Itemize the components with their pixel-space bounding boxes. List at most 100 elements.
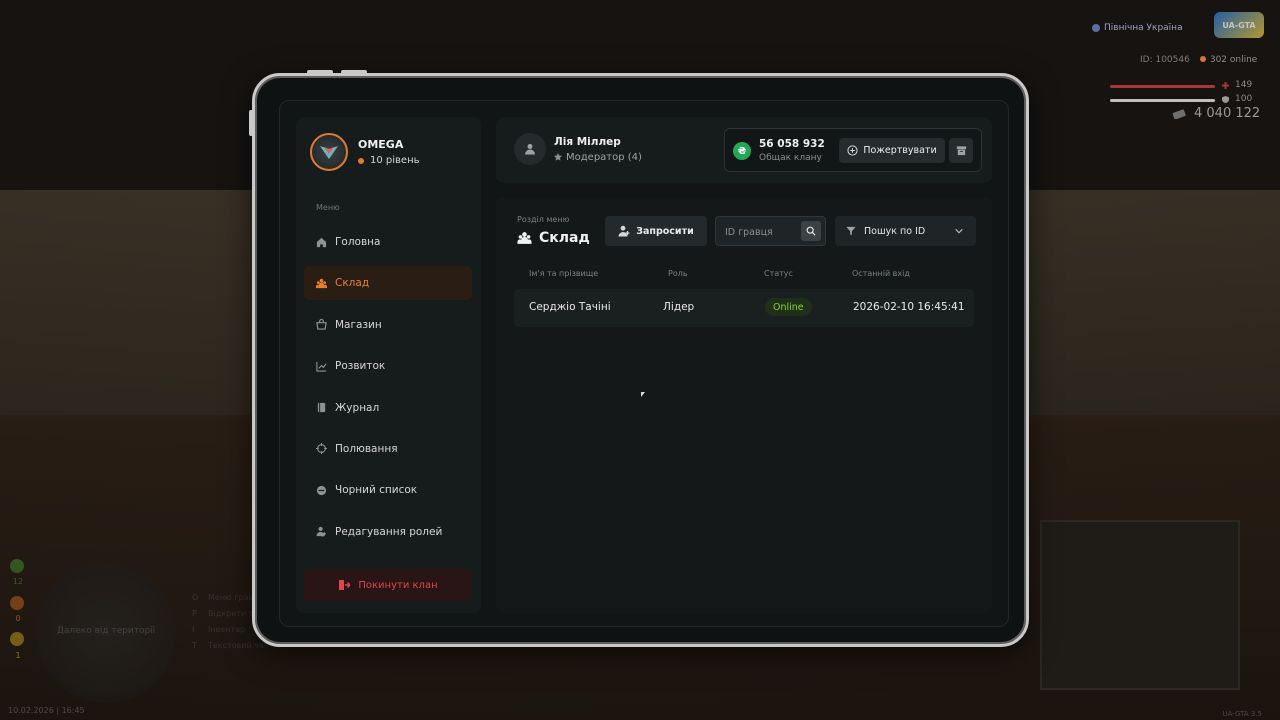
armor-bar: [1110, 99, 1215, 102]
filter-label: Пошук по ID: [864, 225, 926, 237]
hotkey-label: Інвентар: [208, 625, 246, 634]
hotkey-key: P: [192, 609, 197, 618]
sidebar-item-development[interactable]: Розвиток: [304, 349, 472, 383]
money-icon: [1172, 108, 1186, 119]
chart-icon: [316, 361, 327, 372]
table-row[interactable]: Серджіо Тачіні Лідер Online 2026-02-10 1…: [514, 289, 974, 327]
members-icon: [316, 278, 327, 288]
sidebar-item-home[interactable]: Головна: [304, 225, 472, 259]
game-background-object: [1040, 520, 1240, 690]
box-icon: [956, 146, 966, 156]
hud-server-name: Північна Україна: [1104, 23, 1183, 33]
clan-emblem-icon: [320, 146, 338, 159]
user-icon: [525, 144, 535, 155]
clan-level-text: 10 рівень: [370, 155, 420, 166]
sidebar-item-label: Чорний список: [335, 484, 418, 497]
storage-box-button[interactable]: [949, 138, 973, 163]
sidebar-item-edit-roles[interactable]: Редагування ролей: [304, 515, 472, 549]
filter-icon: [846, 226, 856, 236]
search-button[interactable]: [801, 221, 821, 241]
sidebar-item-hunting[interactable]: Полювання: [304, 432, 472, 466]
clan-balance-label: Общак клану: [759, 153, 822, 163]
hryvnia-icon: ₴: [733, 142, 751, 160]
hud-player-info: ID: 100546 302 online: [1140, 55, 1257, 65]
sidebar-item-label: Склад: [335, 277, 370, 290]
hotkey-key: O: [192, 593, 199, 602]
player-id-search: [715, 216, 826, 246]
table-header: Ім'я та прізвище Роль Статус Останній вх…: [514, 269, 974, 281]
filter-dropdown[interactable]: Пошук по ID: [835, 216, 976, 246]
user-role-text: Модератор (4): [566, 151, 642, 163]
search-icon: [806, 226, 816, 236]
hud-datetime: 10.02.2026 | 16:45: [8, 706, 85, 715]
clan-profile: OMEGA 10 рівень: [310, 133, 420, 171]
sidebar-item-journal[interactable]: Журнал: [304, 391, 472, 425]
armor-shield-icon: [1222, 95, 1229, 103]
exit-icon: [339, 580, 351, 590]
block-icon: [316, 485, 327, 495]
donate-label: Пожертвувати: [863, 145, 937, 156]
armor-value: 100: [1222, 94, 1252, 104]
member-last-login: 2026-02-10 16:45:41: [853, 301, 965, 313]
column-header-last-login: Останній вхід: [852, 269, 910, 278]
sidebar: OMEGA 10 рівень Меню Головна Склад Магаз…: [296, 117, 481, 613]
status-badge: Online: [765, 298, 812, 316]
hotkey-key: T: [192, 641, 197, 650]
plus-circle-icon: [847, 145, 858, 156]
tablet-hardware-button: [307, 70, 333, 74]
hotkey-key: I: [192, 625, 195, 634]
hud-money: 4 040 122: [1172, 106, 1260, 121]
crosshair-icon: [316, 443, 327, 455]
level-dot-icon: [358, 157, 364, 164]
sidebar-item-label: Магазин: [335, 318, 382, 331]
tablet-hardware-button: [341, 70, 367, 74]
journal-icon: [317, 402, 326, 413]
server-icon: [1092, 24, 1100, 32]
health-cross-icon: [1222, 81, 1229, 89]
invite-button[interactable]: Запросити: [605, 216, 707, 246]
tablet-screen: OMEGA 10 рівень Меню Головна Склад Магаз…: [279, 100, 1009, 627]
hud-online: 302 online: [1200, 55, 1258, 65]
clan-logo: [310, 133, 348, 171]
health-bar: [1110, 85, 1215, 88]
armor-value-text: 100: [1235, 94, 1253, 104]
avatar: [514, 133, 546, 165]
page-title: Склад: [517, 230, 590, 246]
header-panel: Лія Міллер Модератор (4) ₴ 56 058 932 Об…: [496, 117, 992, 183]
hotkey-label: Текстовий чат: [208, 641, 269, 650]
donate-button[interactable]: Пожертвувати: [839, 138, 945, 163]
sidebar-item-label: Розвиток: [335, 360, 386, 373]
members-icon: [517, 232, 532, 244]
sidebar-menu: Головна Склад Магазин Розвиток Журнал По…: [304, 225, 472, 556]
user-name: Лія Міллер: [554, 135, 621, 148]
sidebar-item-label: Головна: [335, 236, 381, 248]
clan-balance: 56 058 932: [759, 138, 825, 150]
hud-logo: UA-GTA: [1214, 12, 1264, 38]
sidebar-item-label: Журнал: [335, 401, 380, 414]
sidebar-item-label: Редагування ролей: [335, 525, 443, 538]
sidebar-item-blacklist[interactable]: Чорний список: [304, 473, 472, 507]
main-panel: Розділ меню Склад Запросити Пошук по ID: [496, 197, 992, 613]
hud-stat-3: 1: [15, 651, 21, 660]
hud-drink-icon: [10, 596, 24, 610]
hud-star-icon: [10, 632, 24, 646]
tablet-hardware-button: [249, 110, 253, 136]
menu-title: Меню: [316, 203, 340, 212]
clan-level: 10 рівень: [358, 155, 420, 166]
sidebar-item-shop[interactable]: Магазин: [304, 308, 472, 342]
hud-player-id: ID: 100546: [1140, 55, 1190, 65]
hud-version: UA-GTA 3.5: [1222, 710, 1262, 718]
column-header-name: Ім'я та прізвище: [529, 269, 599, 278]
page-title-text: Склад: [539, 230, 590, 246]
search-input[interactable]: [725, 224, 797, 240]
sidebar-item-warehouse[interactable]: Склад: [304, 266, 472, 301]
hud-food-icon: [10, 559, 24, 573]
current-user: Лія Міллер Модератор (4): [514, 133, 642, 165]
add-user-icon: [618, 225, 630, 237]
health-value-text: 149: [1235, 80, 1253, 90]
hud-stat-1: 12: [12, 577, 24, 586]
sidebar-item-label: Полювання: [335, 442, 398, 455]
hud-server: Північна Україна: [1092, 18, 1192, 38]
clan-wallet: ₴ 56 058 932 Общак клану Пожертвувати: [724, 128, 982, 172]
leave-clan-button[interactable]: Покинути клан: [304, 569, 472, 601]
